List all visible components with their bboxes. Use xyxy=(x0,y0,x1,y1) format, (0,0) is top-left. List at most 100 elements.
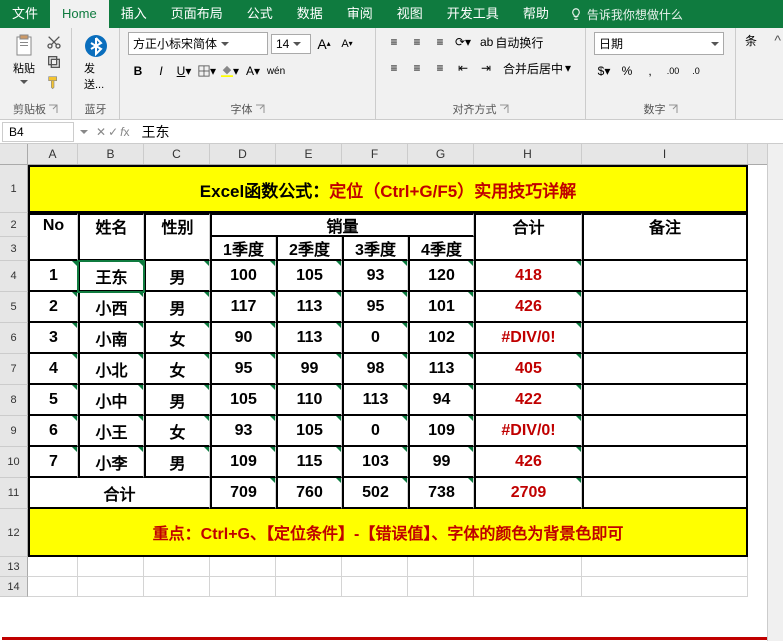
cell-gender[interactable]: 男 xyxy=(144,292,210,323)
cell-q1[interactable]: 93 xyxy=(210,416,276,447)
hdr-total[interactable]: 合计 xyxy=(474,213,582,237)
cell[interactable] xyxy=(582,557,748,577)
orientation-button[interactable]: ⟳▾ xyxy=(453,32,473,52)
enter-icon[interactable]: ✓ xyxy=(108,125,118,139)
col-header[interactable]: E xyxy=(276,144,342,164)
name-box[interactable]: B4 xyxy=(2,122,74,142)
tell-me[interactable]: 告诉我你想做什么 xyxy=(569,6,683,23)
cell[interactable] xyxy=(342,577,408,597)
cell-q1[interactable]: 105 xyxy=(210,385,276,416)
col-header[interactable]: H xyxy=(474,144,582,164)
cell-q4[interactable]: 101 xyxy=(408,292,474,323)
border-button[interactable]: ▾ xyxy=(197,61,217,81)
row-header[interactable]: 2 xyxy=(0,213,28,237)
cell[interactable] xyxy=(210,577,276,597)
hdr-name[interactable]: 姓名 xyxy=(78,213,144,237)
cell[interactable] xyxy=(144,557,210,577)
paste-button[interactable]: 粘贴 xyxy=(8,32,40,88)
increase-decimal-button[interactable]: .00 xyxy=(663,61,683,81)
cell-q2[interactable]: 115 xyxy=(276,447,342,478)
row-header[interactable]: 12 xyxy=(0,509,28,557)
row-header[interactable]: 5 xyxy=(0,292,28,323)
cell[interactable] xyxy=(276,557,342,577)
tab-review[interactable]: 审阅 xyxy=(335,0,385,28)
comma-button[interactable]: , xyxy=(640,61,660,81)
sum-q2[interactable]: 760 xyxy=(276,478,342,509)
fx-icon[interactable]: fx xyxy=(120,125,129,139)
italic-button[interactable]: I xyxy=(151,61,171,81)
cell-q2[interactable]: 105 xyxy=(276,261,342,292)
cell[interactable] xyxy=(28,237,78,261)
chevron-down-icon[interactable] xyxy=(80,128,88,136)
cell-q3[interactable]: 93 xyxy=(342,261,408,292)
cell[interactable] xyxy=(28,577,78,597)
row-header[interactable]: 13 xyxy=(0,557,28,577)
cell-q4[interactable]: 109 xyxy=(408,416,474,447)
cell[interactable] xyxy=(144,237,210,261)
cell-name[interactable]: 小北 xyxy=(78,354,144,385)
cell-remark[interactable] xyxy=(582,447,748,478)
cell[interactable] xyxy=(28,557,78,577)
cell[interactable] xyxy=(144,577,210,597)
cell-name[interactable]: 小中 xyxy=(78,385,144,416)
cell-q2[interactable]: 110 xyxy=(276,385,342,416)
row-header[interactable]: 14 xyxy=(0,577,28,597)
col-header[interactable]: G xyxy=(408,144,474,164)
hdr-sales[interactable]: 销量 xyxy=(210,213,474,237)
col-header[interactable]: A xyxy=(28,144,78,164)
col-header[interactable]: D xyxy=(210,144,276,164)
cell-name[interactable]: 小李 xyxy=(78,447,144,478)
collapse-ribbon-button[interactable]: ^ xyxy=(774,32,781,48)
font-name-combo[interactable]: 方正小标宋简体 xyxy=(128,32,268,55)
launcher-icon[interactable] xyxy=(668,104,678,114)
grow-font-button[interactable]: A▴ xyxy=(314,34,334,54)
row-header[interactable]: 1 xyxy=(0,165,28,213)
cell-gender[interactable]: 男 xyxy=(144,447,210,478)
cut-icon[interactable] xyxy=(46,34,62,50)
col-header[interactable]: C xyxy=(144,144,210,164)
number-format-combo[interactable]: 日期 xyxy=(594,32,724,55)
row-header[interactable]: 9 xyxy=(0,416,28,447)
tab-layout[interactable]: 页面布局 xyxy=(159,0,235,28)
cell-q1[interactable]: 117 xyxy=(210,292,276,323)
cell-q1[interactable]: 100 xyxy=(210,261,276,292)
cell-total[interactable]: 422 xyxy=(474,385,582,416)
hdr-q1[interactable]: 1季度 xyxy=(210,237,276,261)
cell-q2[interactable]: 113 xyxy=(276,292,342,323)
cell-remark[interactable] xyxy=(582,416,748,447)
cell-remark[interactable] xyxy=(582,323,748,354)
cell-q3[interactable]: 95 xyxy=(342,292,408,323)
bold-button[interactable]: B xyxy=(128,61,148,81)
hdr-q2[interactable]: 2季度 xyxy=(276,237,342,261)
cell-total[interactable]: #DIV/0! xyxy=(474,323,582,354)
cell[interactable] xyxy=(276,577,342,597)
cell-q2[interactable]: 105 xyxy=(276,416,342,447)
cell-q2[interactable]: 99 xyxy=(276,354,342,385)
cell[interactable] xyxy=(210,557,276,577)
row-header[interactable]: 8 xyxy=(0,385,28,416)
cell-q4[interactable]: 99 xyxy=(408,447,474,478)
cell[interactable] xyxy=(78,577,144,597)
tab-formula[interactable]: 公式 xyxy=(235,0,285,28)
cell-name[interactable]: 小西 xyxy=(78,292,144,323)
percent-button[interactable]: % xyxy=(617,61,637,81)
row-header[interactable]: 10 xyxy=(0,447,28,478)
cell-no[interactable]: 4 xyxy=(28,354,78,385)
align-middle-button[interactable]: ≡ xyxy=(407,32,427,52)
tab-file[interactable]: 文件 xyxy=(0,0,50,28)
format-painter-icon[interactable] xyxy=(46,74,62,90)
row-header[interactable]: 4 xyxy=(0,261,28,292)
shrink-font-button[interactable]: A▾ xyxy=(337,34,357,54)
col-header[interactable]: B xyxy=(78,144,144,164)
cell[interactable] xyxy=(474,577,582,597)
cell-total[interactable]: 426 xyxy=(474,292,582,323)
cell[interactable] xyxy=(408,577,474,597)
row-header[interactable]: 3 xyxy=(0,237,28,261)
hdr-q3[interactable]: 3季度 xyxy=(342,237,408,261)
wrap-text-button[interactable]: ab自动换行 xyxy=(476,34,547,51)
sum-q3[interactable]: 502 xyxy=(342,478,408,509)
cell-total[interactable]: #DIV/0! xyxy=(474,416,582,447)
cell-q3[interactable]: 0 xyxy=(342,416,408,447)
cell-no[interactable]: 2 xyxy=(28,292,78,323)
launcher-icon[interactable] xyxy=(48,104,58,114)
